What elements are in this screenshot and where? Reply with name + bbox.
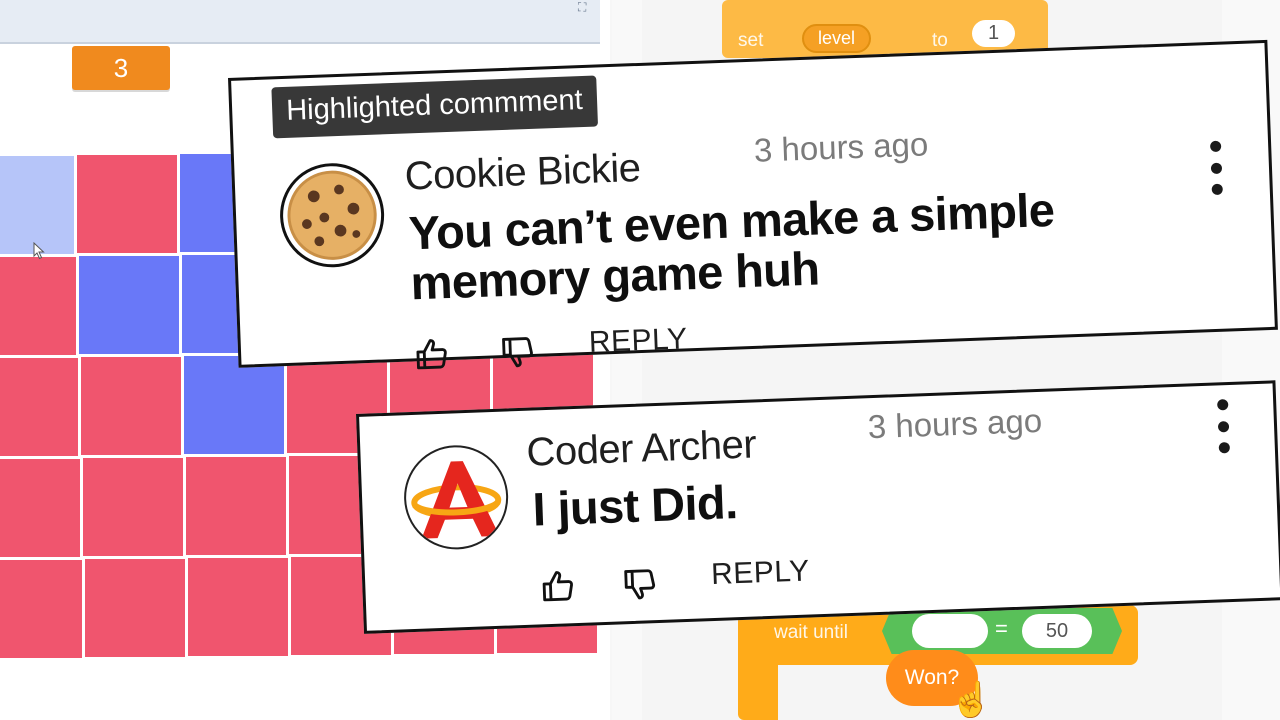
memory-tile[interactable] [0,560,82,658]
like-icon[interactable] [413,335,452,374]
comment-card: Coder Archer 3 hours ago I just Did. REP… [356,380,1280,634]
comment-author[interactable]: Cookie Bickie [404,146,641,200]
wait-until-label: wait until [774,622,848,643]
more-options-icon[interactable] [1215,399,1231,454]
set-block-to-label: to [932,30,948,51]
memory-tile[interactable] [85,559,185,657]
memory-tile[interactable] [184,356,284,454]
memory-tile[interactable] [186,457,286,555]
level-monitor: 3 [72,46,170,90]
memory-tile[interactable] [188,558,288,656]
memory-tile[interactable] [81,357,181,455]
dislike-icon[interactable] [499,332,538,371]
operator-left-slot[interactable] [912,614,988,648]
memory-tile[interactable] [79,256,179,354]
dislike-icon[interactable] [621,564,660,603]
set-block-label: set [738,30,764,51]
reply-button[interactable]: REPLY [711,554,811,592]
avatar[interactable] [278,161,386,270]
like-icon[interactable] [539,567,578,606]
cookie-icon [287,170,377,260]
comment-card: Highlighted commment Cookie Bickie 3 hou… [228,39,1278,371]
more-options-icon[interactable] [1208,140,1224,196]
reply-button[interactable]: REPLY [588,322,688,360]
operator-right-input[interactable]: 50 [1022,614,1092,648]
control-block-arm [738,650,778,720]
memory-tile[interactable] [0,459,80,557]
memory-tile[interactable] [0,358,78,456]
highlighted-comment-badge: Highlighted commment [271,75,598,139]
memory-tile[interactable] [77,155,177,253]
memory-tile[interactable] [0,156,74,254]
comment-author[interactable]: Coder Archer [526,422,757,475]
comment-timestamp[interactable]: 3 hours ago [753,125,929,169]
avatar[interactable] [402,443,510,552]
equals-sign: = [995,616,1008,641]
mouse-pointer-icon [33,242,45,260]
set-value-input[interactable]: 1 [972,20,1016,47]
comment-text-line: memory game huh [409,241,821,310]
comment-timestamp[interactable]: 3 hours ago [867,402,1043,446]
hand-cursor-icon: ☝ [949,681,993,720]
memory-tile[interactable] [0,257,76,355]
comment-text-line: I just Did. [531,475,739,536]
memory-tile[interactable] [83,458,183,556]
variable-dropdown[interactable]: level [802,24,872,53]
archer-logo-icon [411,461,502,539]
